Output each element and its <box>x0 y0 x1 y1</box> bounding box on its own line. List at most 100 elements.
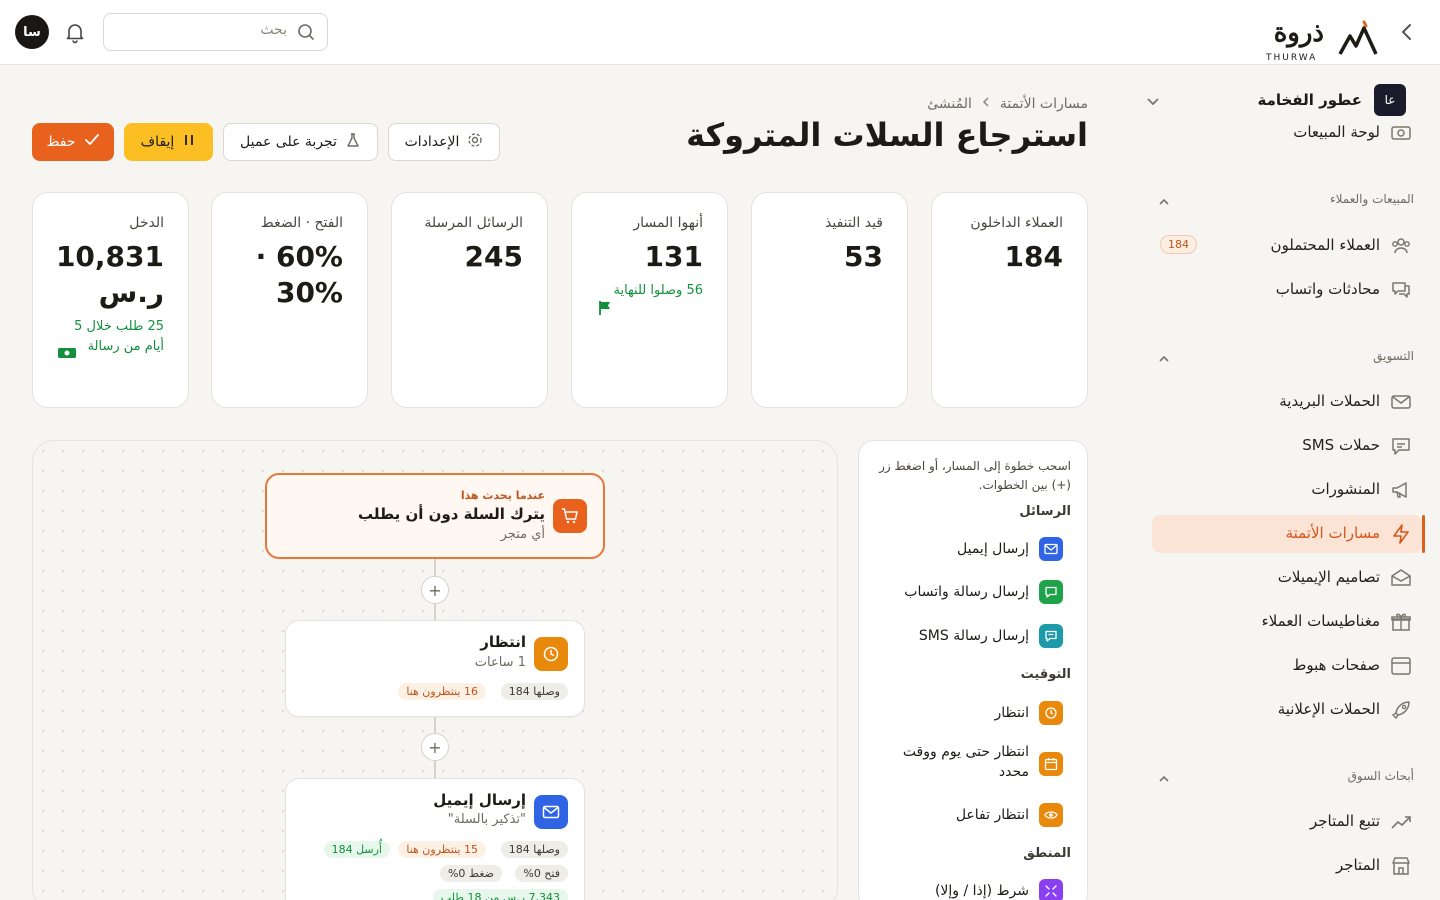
sidebar-item-posts[interactable]: المنشورات <box>1152 471 1422 509</box>
sidebar-item-whatsapp[interactable]: محادثات واتساب <box>1152 271 1422 309</box>
stat-label: الدخل <box>129 215 164 231</box>
stat-card-revenue: الدخل 10,831 ر.س 25 طلب خلال 5 أيام من ر… <box>32 192 189 408</box>
mail-open-icon <box>1390 567 1412 589</box>
save-button[interactable]: حفظ <box>32 123 114 161</box>
brand-logo[interactable]: ذروة THURWA <box>1264 18 1384 63</box>
section-marketing[interactable]: التسويق <box>1152 347 1422 367</box>
add-step-button[interactable]: + <box>421 576 449 604</box>
users-icon <box>1390 235 1412 257</box>
palette-item-wait[interactable]: انتظار <box>873 701 1063 725</box>
calendar-icon <box>1039 752 1063 776</box>
revenue-pill: 7,343 ر.س من 18 طلب <box>432 889 568 900</box>
trending-up-icon <box>1390 811 1412 833</box>
cart-icon <box>553 499 587 533</box>
trigger-node[interactable]: عندما يحدث هذا يترك السلة دون أن يطلب أي… <box>265 473 605 559</box>
add-step-button[interactable]: + <box>421 733 449 761</box>
banknote-icon <box>57 345 77 365</box>
sidebar-item-landing-pages[interactable]: صفحات هبوط <box>1152 647 1422 685</box>
clock-icon <box>534 637 568 671</box>
stat-value: 184 <box>1004 240 1063 273</box>
wait-duration: 1 ساعات <box>474 655 526 670</box>
sms-message-icon <box>1039 624 1063 648</box>
bell-icon[interactable] <box>63 20 87 44</box>
stat-label: العملاء الداخلون <box>970 215 1063 231</box>
sidebar-item-label: المتاجر <box>1335 856 1380 874</box>
waiting-count-pill: 15 ينتظرون هنا <box>398 841 486 858</box>
sidebar-item-label: الحملات البريدية <box>1279 392 1380 410</box>
search-input[interactable] <box>117 22 287 38</box>
chevron-up-icon <box>1158 769 1170 788</box>
palette-item-label: انتظار حتى يوم ووقت محدد <box>902 744 1029 780</box>
palette-item-label: شرط (إذا / وإلا) <box>934 883 1029 899</box>
stat-card-open-click: الفتح · الضغط 60% · 30% <box>211 192 368 408</box>
sidebar-item-ad-campaigns[interactable]: الحملات الإعلانية <box>1152 691 1422 729</box>
reached-count-pill: وصلها 184 <box>500 683 568 700</box>
send-email-node[interactable]: إرسال إيميل "تذكير بالسلة" وصلها 184 15 … <box>285 778 585 900</box>
palette-item-label: إرسال رسالة واتساب <box>904 584 1029 600</box>
palette-item-send-whatsapp[interactable]: إرسال رسالة واتساب <box>873 580 1063 604</box>
palette-item-send-sms[interactable]: إرسال رسالة SMS <box>873 624 1063 648</box>
sidebar-item-label: تتبع المتاجر <box>1309 812 1380 830</box>
section-title: أبحاث السوق <box>1347 769 1414 783</box>
steps-palette: اسحب خطوة إلى المسار، أو اضغط زر (+) بين… <box>858 440 1088 900</box>
sidebar-item-label: العملاء المحتملون <box>1270 236 1380 254</box>
button-label: الإعدادات <box>404 134 460 150</box>
sidebar-item-label: مسارات الأتمتة <box>1285 524 1380 542</box>
palette-item-label: انتظار تفاعل <box>955 807 1029 823</box>
section-sales-customers[interactable]: المبيعات والعملاء <box>1152 190 1422 210</box>
sidebar-item-stores[interactable]: المتاجر <box>1152 847 1422 885</box>
rocket-icon <box>1390 699 1412 721</box>
stat-card-messages-sent: الرسائل المرسلة 245 <box>391 192 548 408</box>
store-switcher[interactable]: عا عطور الفخامة <box>1140 84 1430 118</box>
settings-button[interactable]: الإعدادات <box>388 123 500 161</box>
sidebar-item-automations[interactable]: مسارات الأتمتة <box>1152 515 1425 553</box>
chevron-down-icon <box>1146 92 1160 111</box>
stat-label: أنهوا المسار <box>633 215 703 231</box>
sidebar-item-leads[interactable]: العملاء المحتملون 184 <box>1152 227 1422 265</box>
flask-icon <box>345 132 361 152</box>
brand-name-ar: ذروة <box>1273 18 1324 48</box>
breadcrumb-link-automations[interactable]: مسارات الأتمتة <box>1000 96 1088 112</box>
mail-icon <box>1039 537 1063 561</box>
sidebar-item-sms-campaigns[interactable]: حملات SMS <box>1152 427 1422 465</box>
palette-item-wait-engagement[interactable]: انتظار تفاعل <box>873 803 1063 827</box>
section-market-research[interactable]: أبحاث السوق <box>1152 767 1422 787</box>
megaphone-icon <box>1390 479 1412 501</box>
palette-section-title: الرسائل <box>1019 504 1071 519</box>
trigger-title: يترك السلة دون أن يطلب <box>358 505 545 523</box>
palette-item-send-email[interactable]: إرسال إيميل <box>873 537 1063 561</box>
chevron-up-icon <box>1158 192 1170 211</box>
sidebar-item-lead-magnets[interactable]: مغناطيسات العملاء <box>1152 603 1422 641</box>
stat-value: 245 <box>464 240 523 273</box>
stat-subtext: 25 طلب خلال 5 أيام من رسالة <box>74 319 164 354</box>
email-title: إرسال إيميل <box>433 791 526 809</box>
sidebar-collapse-button[interactable] <box>1396 20 1418 44</box>
sidebar-item-store-tracking[interactable]: تتبع المتاجر <box>1152 803 1422 841</box>
mail-icon <box>1390 391 1412 413</box>
wait-node[interactable]: انتظار 1 ساعات وصلها 184 16 ينتظرون هنا <box>285 620 585 717</box>
stat-label: الرسائل المرسلة <box>424 215 523 231</box>
stat-card-in-progress: قيد التنفيذ 53 <box>751 192 908 408</box>
sidebar-item-dashboard[interactable]: لوحة المبيعات <box>1152 114 1422 152</box>
stat-label: قيد التنفيذ <box>825 215 883 231</box>
eye-icon <box>1039 803 1063 827</box>
palette-item-wait-until[interactable]: انتظار حتى يوم ووقت محدد <box>873 744 1063 792</box>
sidebar-item-email-templates[interactable]: تصاميم الإيميلات <box>1152 559 1422 597</box>
search-box[interactable] <box>103 13 328 51</box>
pause-button[interactable]: إيقاف <box>124 123 213 161</box>
gear-icon <box>467 132 483 152</box>
palette-item-condition[interactable]: شرط (إذا / وإلا) <box>873 879 1063 900</box>
trigger-kicker: عندما يحدث هذا <box>460 489 545 502</box>
palette-section-title: التوقيت <box>1020 667 1071 682</box>
chevron-up-icon <box>1158 349 1170 368</box>
palette-hint: اسحب خطوة إلى المسار، أو اضغط زر (+) بين… <box>879 459 1071 492</box>
sidebar-item-label: لوحة المبيعات <box>1293 123 1380 141</box>
button-label: حفظ <box>46 134 76 150</box>
sidebar: عا عطور الفخامة لوحة المبيعات المبيعات و… <box>1140 66 1440 900</box>
sidebar-item-email-campaigns[interactable]: الحملات البريدية <box>1152 383 1422 421</box>
test-on-customer-button[interactable]: تجربة على عميل <box>223 123 378 161</box>
palette-item-label: انتظار <box>994 705 1029 721</box>
user-avatar[interactable]: سا <box>15 15 49 49</box>
section-title: المبيعات والعملاء <box>1329 192 1414 206</box>
sent-count-pill: أُرسل 184 <box>323 841 390 858</box>
